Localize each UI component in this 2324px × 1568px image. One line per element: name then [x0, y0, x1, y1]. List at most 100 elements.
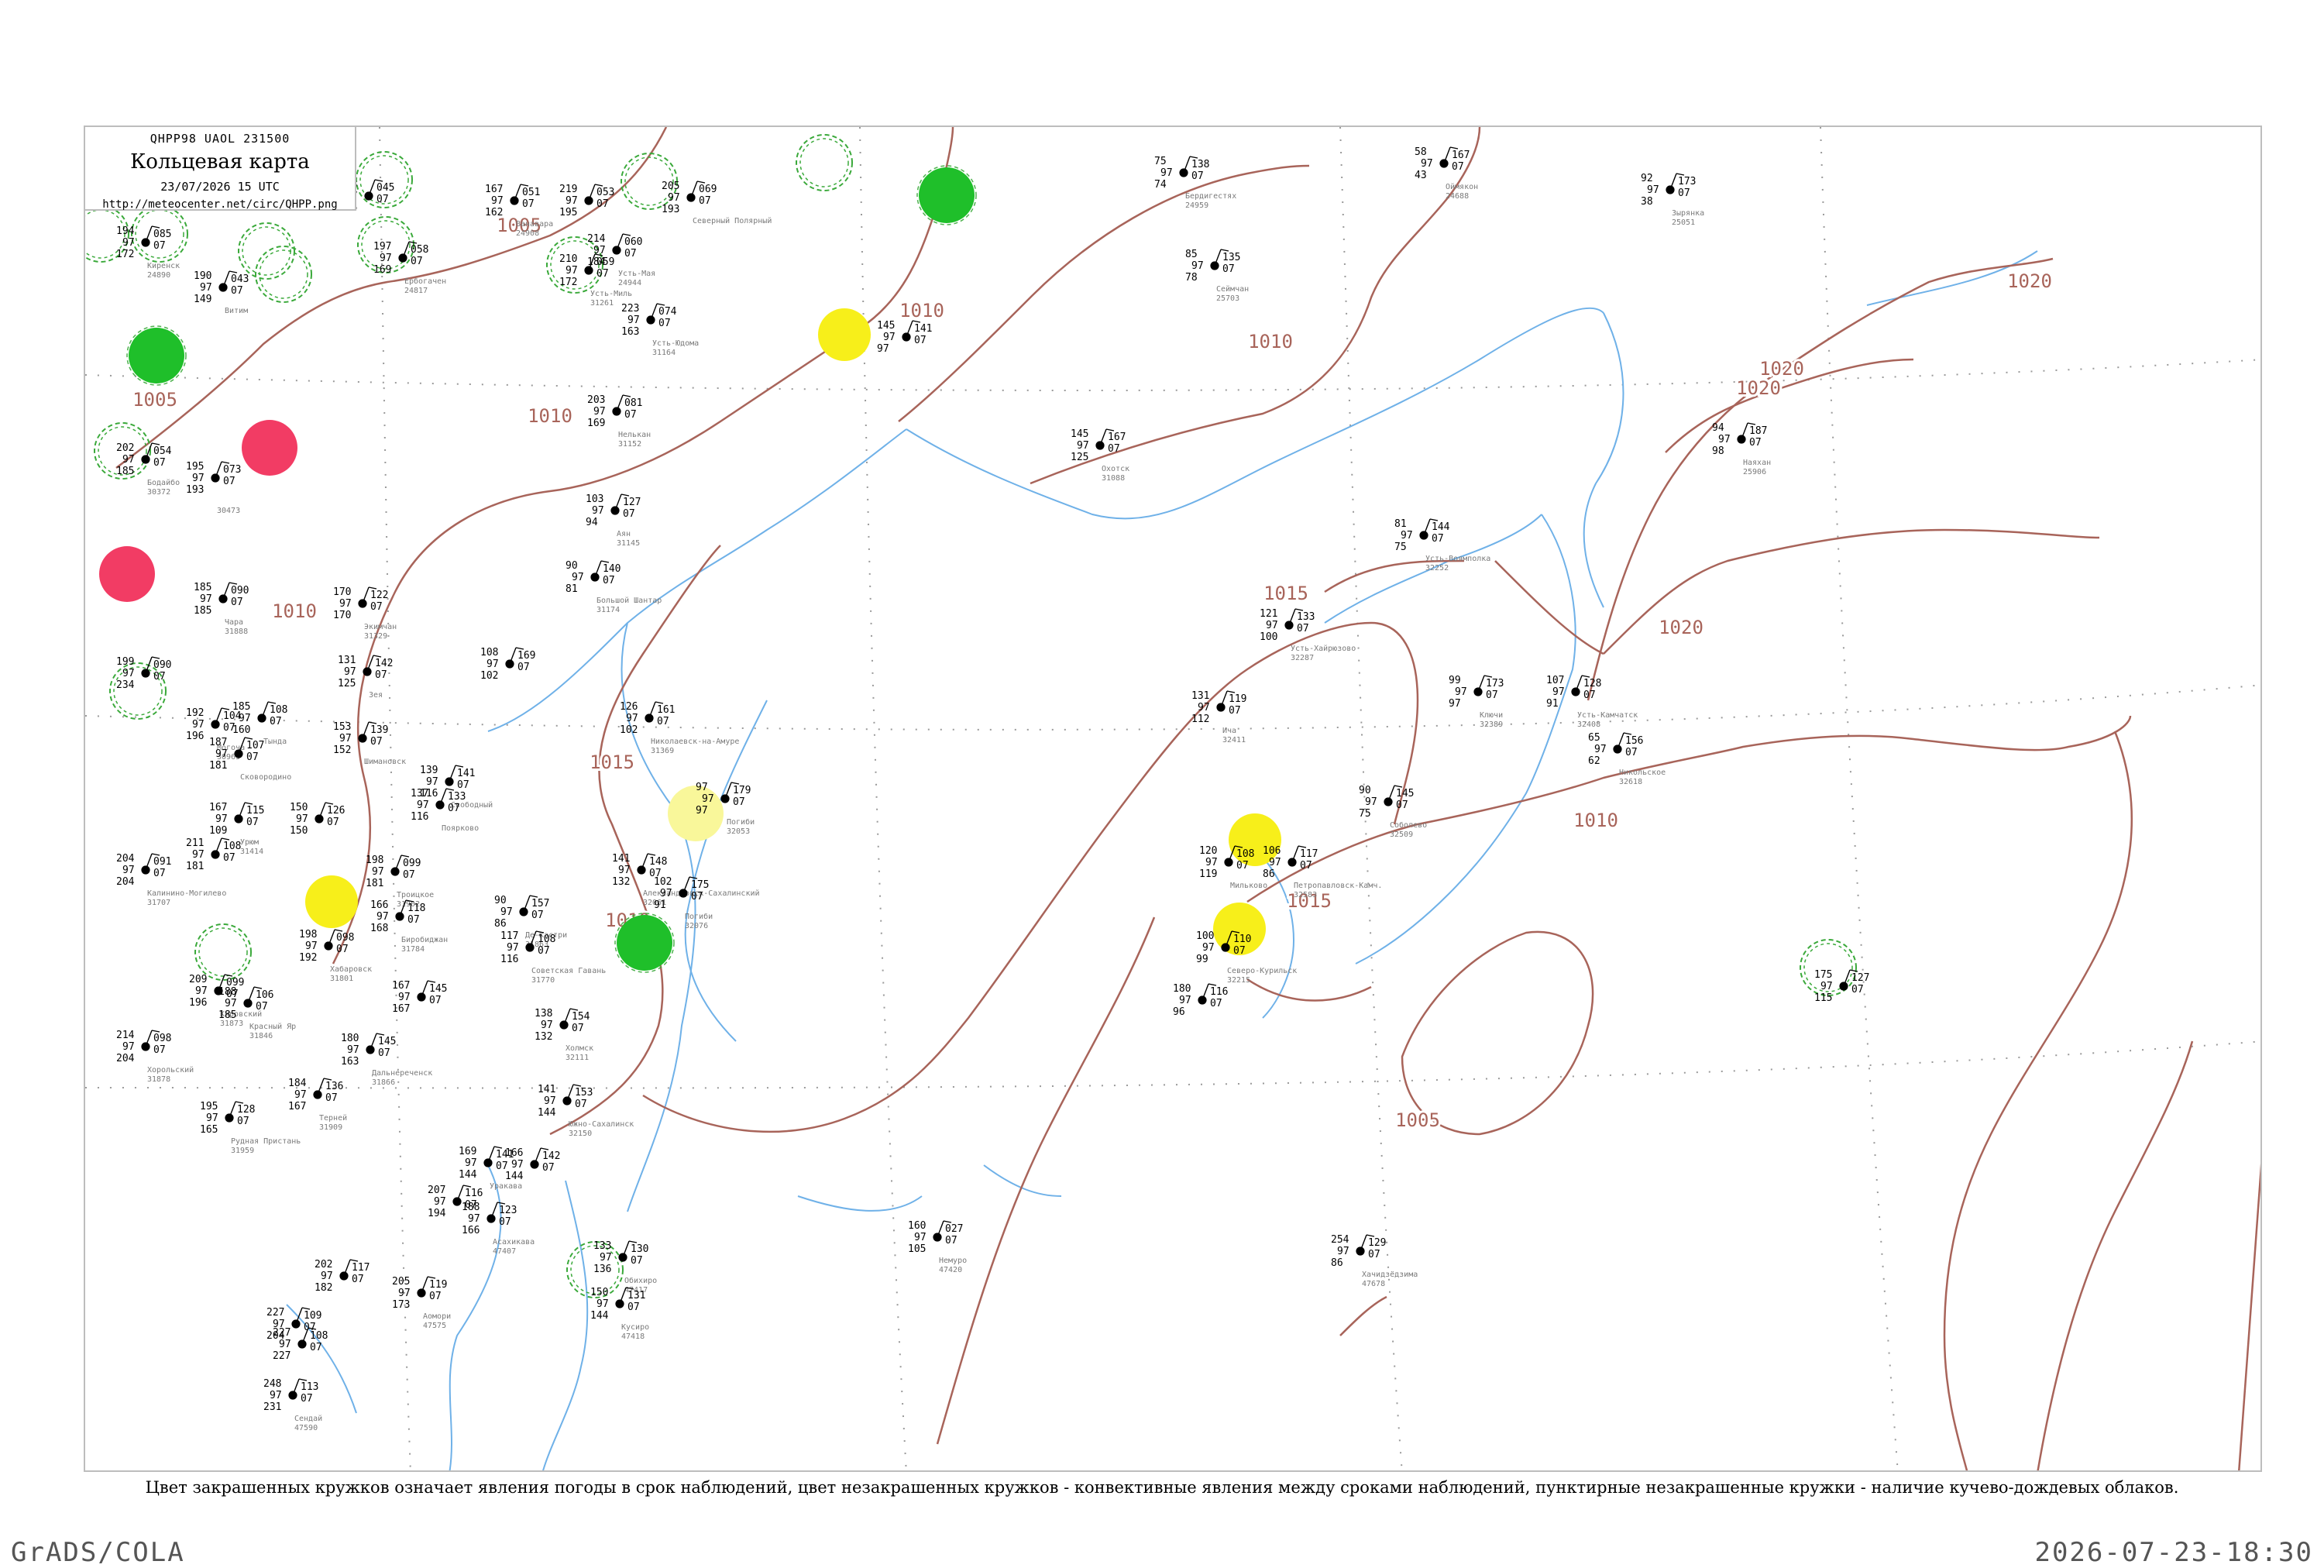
- station-vis: 97: [566, 195, 578, 207]
- station-dewpoint: 112: [1191, 714, 1209, 725]
- station-name: Погиби: [727, 817, 755, 827]
- station-temp: 194: [116, 225, 135, 237]
- station-pressure: 148: [649, 856, 667, 868]
- station-plot: 19897192 09807 Хабаровск31801: [299, 929, 372, 983]
- station-plot: 17097170 12207 Экимчан31329: [333, 586, 397, 641]
- wind-barb-feather: [1298, 845, 1307, 848]
- station-name: Урюм: [240, 838, 259, 847]
- station-vis: 97: [225, 998, 237, 1009]
- station-tendency: 07: [153, 457, 166, 469]
- station-pressure: 043: [231, 273, 249, 285]
- wind-barb-feather: [647, 853, 656, 856]
- station-dewpoint: 102: [620, 724, 638, 736]
- wind-barb-feather: [376, 1033, 385, 1036]
- isobar-label: 1010: [272, 600, 317, 622]
- station-temp: 85: [1185, 249, 1198, 260]
- coast-line: [797, 1195, 923, 1212]
- marker-fill: [99, 546, 155, 602]
- isobar-line: [936, 916, 1156, 1445]
- lat-lon-grid: [85, 127, 2260, 1470]
- station-temp: 254: [1331, 1234, 1349, 1246]
- station-name: Петропавловск-Камч.: [1294, 882, 1382, 890]
- station-name: Усть-Хайрюзово: [1291, 644, 1356, 653]
- station-tendency: 07: [223, 476, 235, 487]
- station-pressure: 081: [624, 397, 642, 409]
- station-name: Соболево: [1390, 820, 1427, 830]
- station-tendency: 07: [270, 716, 282, 727]
- marker-fill: [617, 915, 672, 971]
- station-id: 32408: [1577, 720, 1600, 729]
- station-tendency: 07: [1432, 533, 1444, 545]
- station-vis: 97: [618, 865, 631, 876]
- station-vis: 97: [305, 940, 318, 952]
- station-vis: 97: [914, 1232, 927, 1243]
- station-tendency: 07: [1625, 747, 1638, 758]
- station-temp: 107: [1546, 675, 1564, 686]
- isobar-line: [1030, 127, 1481, 485]
- station-id: 47407: [493, 1247, 516, 1256]
- station-id: 31888: [225, 628, 248, 636]
- station-temp: 190: [194, 270, 211, 282]
- station-name: Советская Гавань: [531, 967, 606, 975]
- isobar-label: 1020: [2007, 270, 2052, 292]
- station-dewpoint: 132: [535, 1031, 552, 1043]
- station-plot: 22397163 07407 Усть-Юдома31164: [621, 303, 699, 357]
- station-temp: 100: [1196, 930, 1214, 942]
- legend-caption: Цвет закрашенных кружков означает явлени…: [145, 1478, 2179, 1497]
- station-vis: 97: [372, 866, 384, 878]
- station-vis: 97: [511, 1159, 524, 1171]
- map-url[interactable]: http://meteocenter.net/circ/QHPP.png: [85, 198, 355, 211]
- station-pressure: 117: [352, 1262, 370, 1274]
- station-pressure: 045: [376, 182, 394, 194]
- station-dewpoint: 227: [273, 1350, 290, 1362]
- station-id: 31707: [147, 899, 170, 907]
- station-temp: 227: [266, 1307, 284, 1319]
- wind-barb-feather: [1105, 428, 1115, 432]
- isobar-line: [1246, 715, 2132, 903]
- station-pressure: 108: [223, 841, 241, 852]
- station-plot: 949798 18707 Наяхан25906: [1712, 422, 1771, 476]
- station-plot: 18597185 09007 Чара31888: [194, 582, 249, 636]
- station-pressure: 091: [153, 856, 171, 868]
- wind-barb-feather: [455, 765, 464, 768]
- station-plot: 13797116 13307 Поярково: [411, 788, 479, 833]
- station-tendency: 07: [429, 995, 442, 1006]
- isobar-label: 1020: [1659, 617, 1703, 638]
- station-dewpoint: 169: [373, 264, 391, 276]
- wind-barb-feather: [151, 1030, 160, 1033]
- station-pressure: 128: [1583, 678, 1601, 689]
- station-marker-none: [796, 134, 853, 191]
- station-name: Усть-Миль: [590, 290, 632, 298]
- isobar-line: [642, 621, 1419, 1133]
- station-vis: 97: [215, 813, 228, 825]
- station-temp: 203: [587, 394, 605, 406]
- station-vis: 97: [486, 658, 499, 670]
- station-marker-yellow: [305, 875, 358, 928]
- station-temp: 184: [288, 1078, 307, 1089]
- station-dewpoint: 98: [1712, 445, 1724, 457]
- station-id: 24908: [516, 229, 539, 238]
- station-dewpoint: 75: [1394, 542, 1407, 553]
- station-name: Охотск: [1102, 465, 1129, 473]
- footer-software: GrADS/COLA: [11, 1537, 185, 1568]
- coast-line: [542, 1180, 589, 1470]
- station-id: 31846: [249, 1032, 273, 1040]
- station-tendency: 07: [699, 195, 711, 207]
- station-dewpoint: 97: [1449, 698, 1461, 710]
- wind-barb-feather: [493, 1146, 503, 1149]
- station-name: Холмск: [566, 1044, 593, 1053]
- station-pressure: 133: [448, 791, 466, 803]
- station-pressure: 053: [596, 187, 614, 198]
- station-temp: 185: [232, 701, 250, 713]
- wind-barb-feather: [1483, 675, 1493, 678]
- station-temp: 160: [908, 1220, 926, 1232]
- station-name: Чара: [225, 618, 243, 627]
- station-plot: 15097144 13107 Кусиро47418: [590, 1287, 649, 1341]
- marker-fill: [305, 875, 358, 928]
- station-dewpoint: 196: [189, 997, 207, 1009]
- station-tendency: 07: [1851, 984, 1864, 995]
- station-name: Хабаровск: [330, 965, 372, 974]
- station-dewpoint: 173: [392, 1299, 410, 1311]
- station-name: Южно-Сахалинск: [569, 1120, 634, 1129]
- station-temp: 117: [500, 930, 518, 942]
